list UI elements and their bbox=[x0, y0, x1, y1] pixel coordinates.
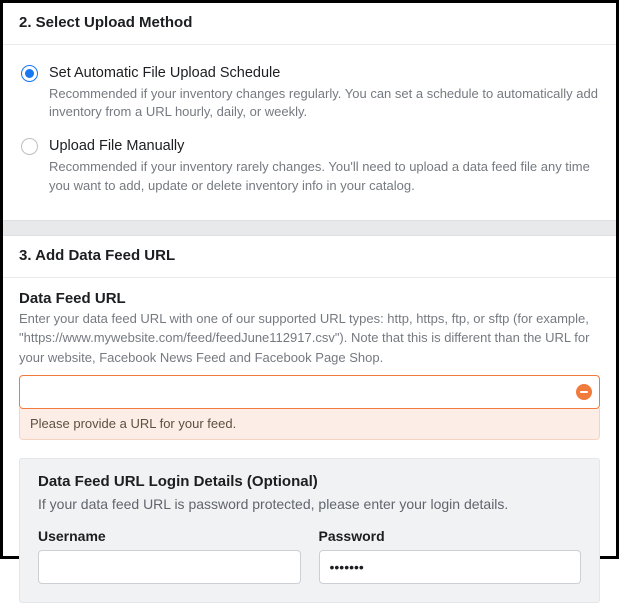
radio-automatic-title: Set Automatic File Upload Schedule bbox=[49, 64, 600, 84]
username-input[interactable] bbox=[38, 550, 301, 584]
error-icon bbox=[576, 384, 592, 400]
radio-manual-desc: Recommended if your inventory rarely cha… bbox=[49, 158, 600, 196]
radio-option-manual[interactable]: Upload File Manually Recommended if your… bbox=[19, 128, 600, 201]
login-details-title: Data Feed URL Login Details (Optional) bbox=[38, 473, 581, 490]
radio-manual-indicator[interactable] bbox=[21, 138, 38, 155]
password-input[interactable] bbox=[319, 550, 582, 584]
radio-automatic-indicator[interactable] bbox=[21, 65, 38, 82]
upload-method-options: Set Automatic File Upload Schedule Recom… bbox=[3, 45, 616, 220]
password-label: Password bbox=[319, 528, 582, 544]
login-details-desc: If your data feed URL is password protec… bbox=[38, 494, 581, 514]
login-details-panel: Data Feed URL Login Details (Optional) I… bbox=[19, 458, 600, 603]
feed-url-error-message: Please provide a URL for your feed. bbox=[19, 408, 600, 440]
section-feed-url-heading: 3. Add Data Feed URL bbox=[3, 236, 616, 278]
feed-url-group: Data Feed URL Enter your data feed URL w… bbox=[3, 278, 616, 441]
radio-manual-title: Upload File Manually bbox=[49, 137, 600, 157]
section-divider bbox=[3, 220, 616, 236]
username-label: Username bbox=[38, 528, 301, 544]
feed-url-help: Enter your data feed URL with one of our… bbox=[19, 309, 600, 368]
radio-automatic-desc: Recommended if your inventory changes re… bbox=[49, 85, 600, 123]
feed-url-input[interactable] bbox=[19, 375, 600, 409]
section-upload-method-heading: 2. Select Upload Method bbox=[3, 3, 616, 45]
feed-url-label: Data Feed URL bbox=[19, 290, 600, 307]
radio-option-automatic[interactable]: Set Automatic File Upload Schedule Recom… bbox=[19, 55, 600, 128]
